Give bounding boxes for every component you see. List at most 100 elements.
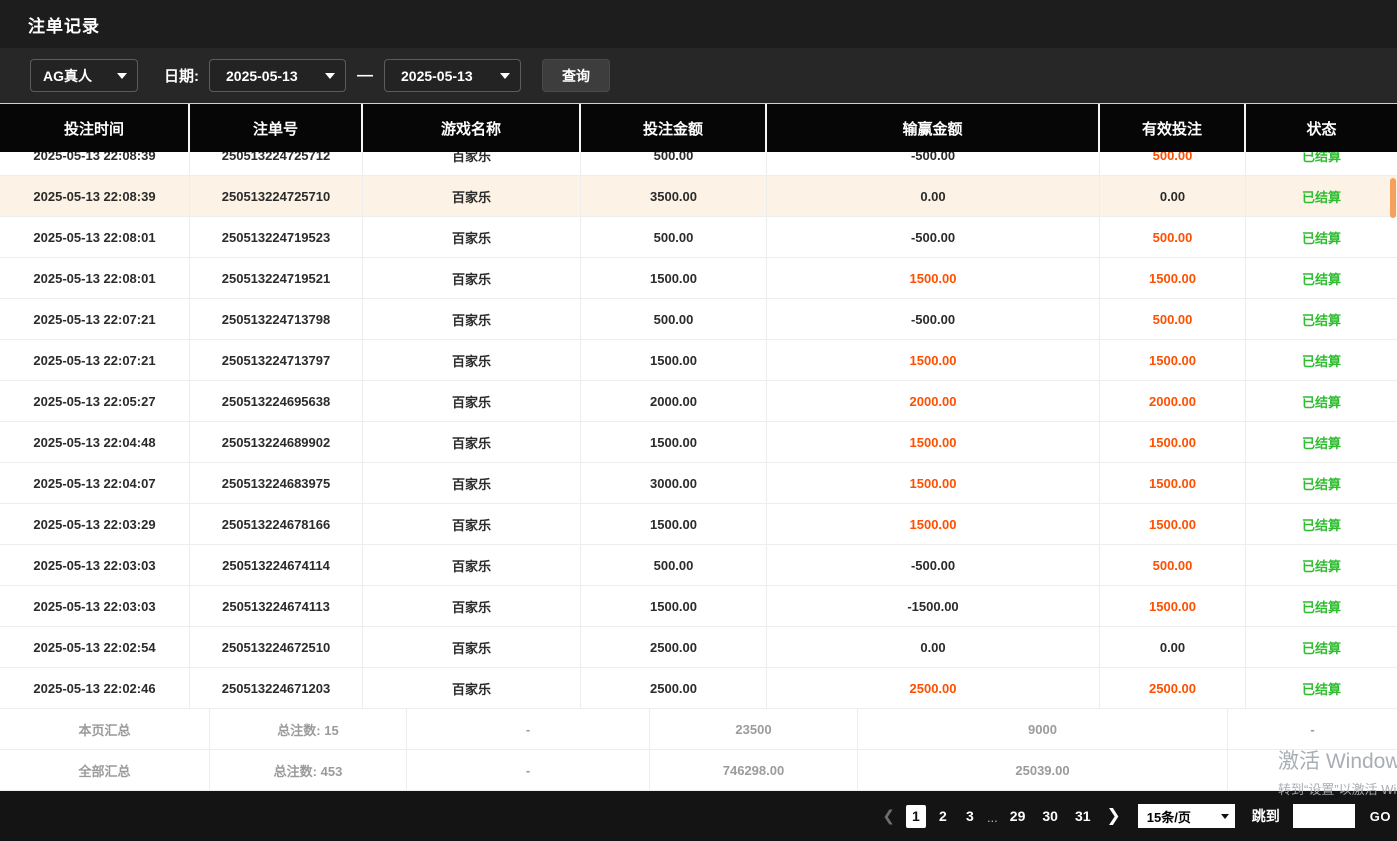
game-name-cell: 百家乐 xyxy=(363,176,581,216)
summary-row: 全部汇总总注数: 453-746298.0025039.00 xyxy=(0,750,1397,791)
pagination-ellipsis: ... xyxy=(987,810,998,828)
bet-time-cell: 2025-05-13 22:08:39 xyxy=(0,176,190,216)
column-header: 输赢金额 xyxy=(767,104,1100,152)
valid-bet-cell: 1500.00 xyxy=(1100,504,1246,544)
table-row[interactable]: 2025-05-13 22:05:27250513224695638百家乐200… xyxy=(0,381,1397,422)
status-cell: 已结算 xyxy=(1246,340,1397,380)
bet-time-cell: 2025-05-13 22:03:29 xyxy=(0,504,190,544)
status-cell: 已结算 xyxy=(1246,381,1397,421)
win-loss-cell: 0.00 xyxy=(767,176,1100,216)
valid-bet-cell: 2000.00 xyxy=(1100,381,1246,421)
table-header: 投注时间注单号游戏名称投注金额输赢金额有效投注状态 xyxy=(0,103,1397,152)
table-row[interactable]: 2025-05-13 22:08:01250513224719523百家乐500… xyxy=(0,217,1397,258)
chevron-right-icon[interactable]: ❯ xyxy=(1103,806,1125,826)
status-cell: 已结算 xyxy=(1246,217,1397,257)
page-button-30[interactable]: 30 xyxy=(1037,805,1063,828)
column-header: 游戏名称 xyxy=(363,104,581,152)
scrollbar-thumb[interactable] xyxy=(1390,178,1396,218)
page-button-2[interactable]: 2 xyxy=(933,805,953,828)
table-row[interactable]: 2025-05-13 22:03:03250513224674114百家乐500… xyxy=(0,545,1397,586)
bet-amount-cell: 1500.00 xyxy=(581,340,767,380)
bet-amount-cell: 3000.00 xyxy=(581,463,767,503)
status-cell: 已结算 xyxy=(1246,258,1397,298)
jump-to-label: 跳到 xyxy=(1252,806,1280,826)
table-row[interactable]: 2025-05-13 22:08:39250513224725712百家乐500… xyxy=(0,152,1397,176)
game-name-cell: 百家乐 xyxy=(363,586,581,626)
page-button-31[interactable]: 31 xyxy=(1070,805,1096,828)
valid-bet-cell: 0.00 xyxy=(1100,627,1246,667)
order-no-cell: 250513224689902 xyxy=(190,422,363,462)
summary-row: 本页汇总总注数: 15-235009000- xyxy=(0,709,1397,750)
column-header: 有效投注 xyxy=(1100,104,1246,152)
win-loss-cell: 2000.00 xyxy=(767,381,1100,421)
bet-amount-cell: 2000.00 xyxy=(581,381,767,421)
game-name-cell: 百家乐 xyxy=(363,463,581,503)
bet-time-cell: 2025-05-13 22:07:21 xyxy=(0,299,190,339)
page-size-select[interactable]: 15条/页 xyxy=(1138,804,1235,828)
game-name-cell: 百家乐 xyxy=(363,504,581,544)
column-header: 投注金额 xyxy=(581,104,767,152)
table-row[interactable]: 2025-05-13 22:04:48250513224689902百家乐150… xyxy=(0,422,1397,463)
table-row[interactable]: 2025-05-13 22:03:29250513224678166百家乐 150… xyxy=(0,504,1397,545)
order-no-cell: 250513224719523 xyxy=(190,217,363,257)
order-no-cell: 250513224719521 xyxy=(190,258,363,298)
platform-select-value: AG真人 xyxy=(43,66,92,86)
order-no-cell: 250513224683975 xyxy=(190,463,363,503)
valid-bet-cell: 1500.00 xyxy=(1100,340,1246,380)
go-button[interactable]: GO xyxy=(1370,809,1391,824)
chevron-left-icon[interactable]: ❮ xyxy=(878,807,899,825)
valid-bet-cell: 1500.00 xyxy=(1100,463,1246,503)
table-row[interactable]: 2025-05-13 22:08:01250513224719521百家乐150… xyxy=(0,258,1397,299)
table-row[interactable]: 2025-05-13 22:03:03250513224674113百家乐150… xyxy=(0,586,1397,627)
order-no-cell: 250513224674113 xyxy=(190,586,363,626)
status-cell: 已结算 xyxy=(1246,422,1397,462)
win-loss-cell: 0.00 xyxy=(767,627,1100,667)
date-to-select[interactable]: 2025-05-13 xyxy=(384,59,521,92)
table-row[interactable]: 2025-05-13 22:07:21250513224713797百家乐150… xyxy=(0,340,1397,381)
date-from-select[interactable]: 2025-05-13 xyxy=(209,59,346,92)
game-name-cell: 百家乐 xyxy=(363,217,581,257)
bet-amount-cell: 500.00 xyxy=(581,217,767,257)
table-row[interactable]: 2025-05-13 22:02:46250513224671203百家乐250… xyxy=(0,668,1397,709)
page-button-1[interactable]: 1 xyxy=(906,805,926,828)
order-no-cell: 250513224671203 xyxy=(190,668,363,708)
status-cell: 已结算 xyxy=(1246,586,1397,626)
order-no-cell: 250513224678166 xyxy=(190,504,363,544)
bet-time-cell: 2025-05-13 22:03:03 xyxy=(0,545,190,585)
table-row[interactable]: 2025-05-13 22:08:39250513224725710百家乐350… xyxy=(0,176,1397,217)
order-no-cell: 250513224725712 xyxy=(190,152,363,175)
title-bar: 注单记录 xyxy=(0,0,1397,48)
order-no-cell: 250513224713797 xyxy=(190,340,363,380)
win-loss-cell: -500.00 xyxy=(767,299,1100,339)
page-button-3[interactable]: 3 xyxy=(960,805,980,828)
game-name-cell: 百家乐 xyxy=(363,668,581,708)
bet-amount-cell: 500.00 xyxy=(581,545,767,585)
game-name-cell: 百家乐 xyxy=(363,299,581,339)
date-label: 日期: xyxy=(164,65,199,86)
table-row[interactable]: 2025-05-13 22:07:21250513224713798百家乐500… xyxy=(0,299,1397,340)
status-cell: 已结算 xyxy=(1246,668,1397,708)
table-row[interactable]: 2025-05-13 22:04:07250513224683975百家乐300… xyxy=(0,463,1397,504)
bet-time-cell: 2025-05-13 22:03:03 xyxy=(0,586,190,626)
table-body: 2025-05-13 22:08:39250513224725712百家乐500… xyxy=(0,152,1397,709)
date-range-separator: — xyxy=(357,67,373,85)
jump-input[interactable] xyxy=(1293,804,1355,828)
valid-bet-cell: 1500.00 xyxy=(1100,258,1246,298)
status-cell: 已结算 xyxy=(1246,627,1397,667)
win-loss-cell: 1500.00 xyxy=(767,422,1100,462)
win-loss-cell: -500.00 xyxy=(767,545,1100,585)
bet-time-cell: 2025-05-13 22:02:54 xyxy=(0,627,190,667)
table-row[interactable]: 2025-05-13 22:02:54250513224672510百家乐250… xyxy=(0,627,1397,668)
query-button[interactable]: 查询 xyxy=(542,59,610,92)
valid-bet-cell: 500.00 xyxy=(1100,545,1246,585)
summary-cell: 23500 xyxy=(650,709,858,749)
status-cell: 已结算 xyxy=(1246,504,1397,544)
status-cell: 已结算 xyxy=(1246,152,1397,175)
chevron-down-icon xyxy=(500,73,510,79)
game-name-cell: 百家乐 xyxy=(363,340,581,380)
bet-time-cell: 2025-05-13 22:04:48 xyxy=(0,422,190,462)
win-loss-cell: -1500.00 xyxy=(767,586,1100,626)
page-button-29[interactable]: 29 xyxy=(1005,805,1031,828)
bet-amount-cell: 500.00 xyxy=(581,152,767,175)
platform-select[interactable]: AG真人 xyxy=(30,59,138,92)
